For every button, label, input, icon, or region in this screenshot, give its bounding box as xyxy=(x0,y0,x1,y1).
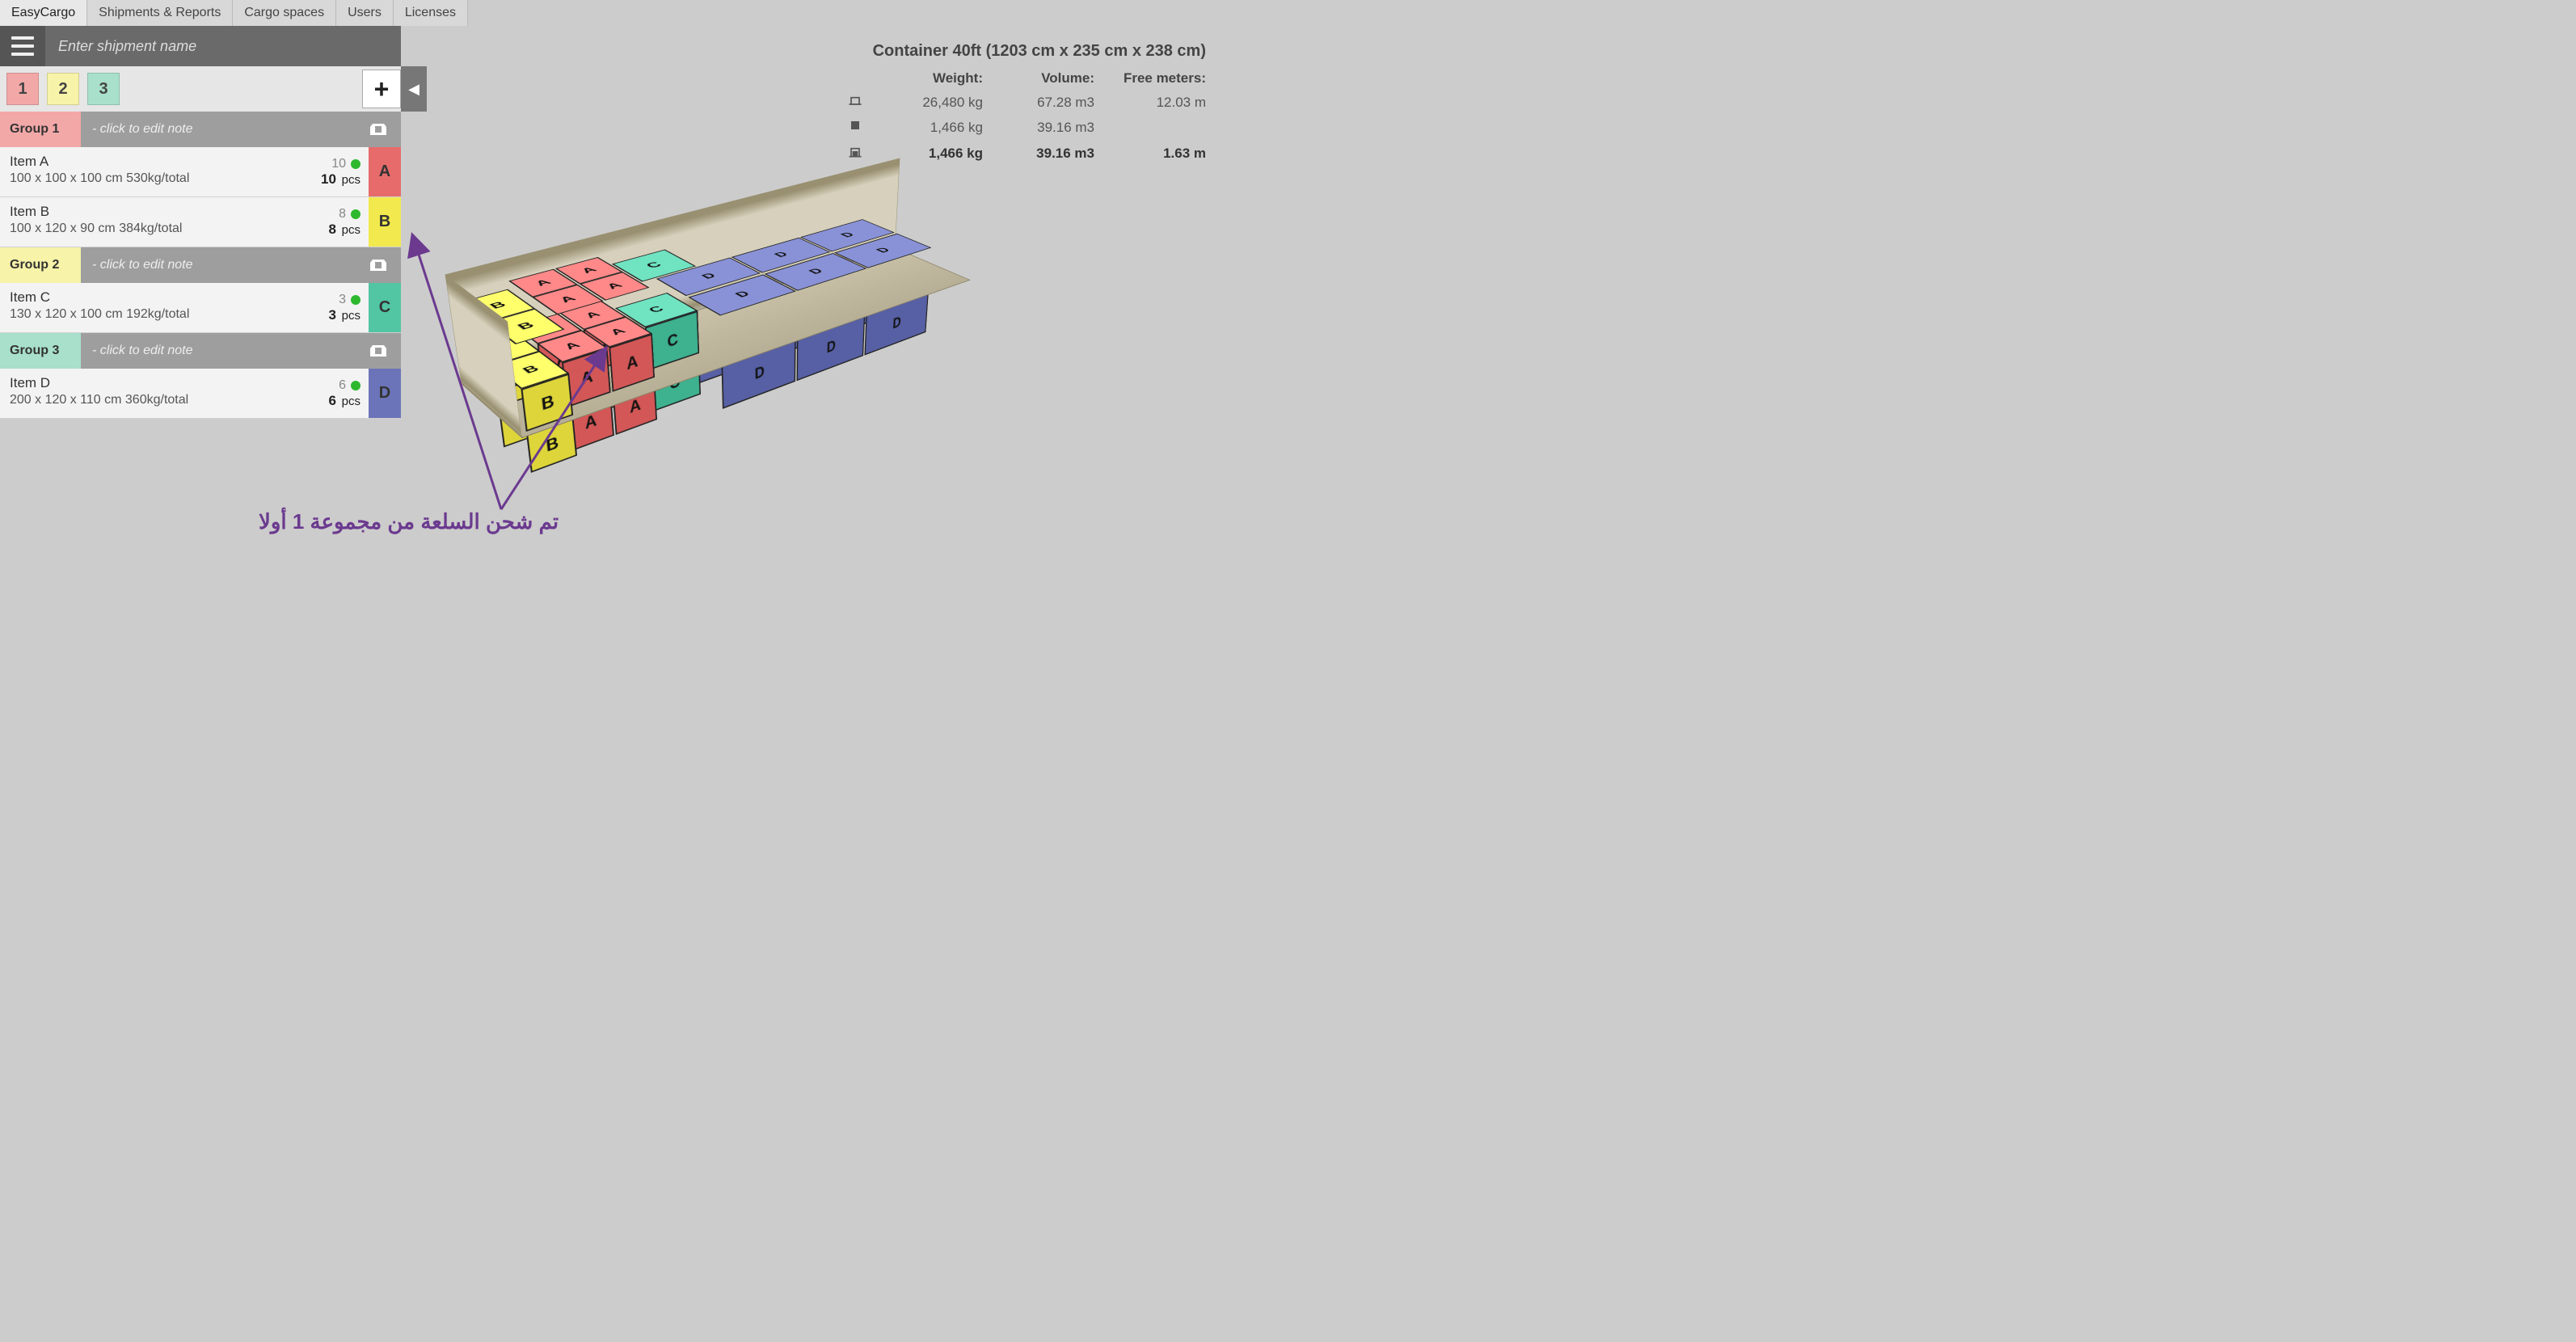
group-chip-1[interactable]: 1 xyxy=(6,73,39,105)
container-title: Container 40ft (1203 cm x 235 cm x 238 c… xyxy=(831,39,1206,63)
left-panel: 1 2 3 + ◀ Group 1- click to edit note+It… xyxy=(0,26,401,419)
pcs-label: pcs xyxy=(342,395,360,408)
utilized-volume: 39.16 m3 xyxy=(989,143,1094,166)
capacity-volume: 67.28 m3 xyxy=(989,92,1094,115)
status-dot-icon xyxy=(351,209,360,219)
tab-cargo-spaces[interactable]: Cargo spaces xyxy=(233,0,336,26)
qty-loaded: 8 xyxy=(328,222,335,237)
item-row[interactable]: Item B 100 x 120 x 90 cm 384kg/total 88 pc… xyxy=(0,197,401,247)
add-group-button[interactable]: + xyxy=(362,70,401,108)
item-qty: 1010 pcs xyxy=(301,147,369,196)
capacity-weight: 26,480 kg xyxy=(870,92,983,115)
capacity-icon xyxy=(831,92,863,115)
svg-text:+: + xyxy=(370,344,376,356)
item-main: Item D 200 x 120 x 110 cm 360kg/total xyxy=(0,369,301,418)
item-qty: 33 pcs xyxy=(301,283,369,332)
group-note[interactable]: - click to edit note xyxy=(81,258,356,272)
item-name: Item A xyxy=(10,154,291,170)
tab-easycargo[interactable]: EasyCargo xyxy=(0,0,87,26)
header-volume: Volume: xyxy=(989,68,1094,89)
qty-loaded: 10 xyxy=(321,171,336,187)
item-letter-badge: B xyxy=(369,197,401,247)
status-dot-icon xyxy=(351,381,360,390)
utilized-icon xyxy=(831,143,863,166)
annotation-text: تم شحن السلعة من مجموعة 1 أولا xyxy=(259,509,559,534)
qty-requested: 3 xyxy=(339,293,346,307)
svg-text:+: + xyxy=(370,123,376,134)
group-chips-row: 1 2 3 + ◀ xyxy=(0,66,401,112)
group-label: Group 1 xyxy=(0,112,81,147)
item-dims: 200 x 120 x 110 cm 360kg/total xyxy=(10,393,291,407)
group-note[interactable]: - click to edit note xyxy=(81,344,356,358)
item-name: Item B xyxy=(10,204,291,220)
group-label: Group 2 xyxy=(0,247,81,283)
status-dot-icon xyxy=(351,295,360,305)
group-label: Group 3 xyxy=(0,333,81,369)
shipment-bar xyxy=(0,26,401,66)
tab-licenses[interactable]: Licenses xyxy=(394,0,468,26)
item-name: Item D xyxy=(10,375,291,391)
pcs-label: pcs xyxy=(342,309,360,323)
item-letter-badge: D xyxy=(369,369,401,418)
item-row[interactable]: Item D 200 x 120 x 110 cm 360kg/total 66 p… xyxy=(0,369,401,419)
item-dims: 100 x 100 x 100 cm 530kg/total xyxy=(10,171,291,186)
tab-shipments-reports[interactable]: Shipments & Reports xyxy=(87,0,233,26)
item-main: Item A100 x 100 x 100 cm 530kg/total xyxy=(0,147,301,196)
item-qty: 66 pcs xyxy=(301,369,369,418)
add-item-icon[interactable]: + xyxy=(356,120,401,138)
item-letter-badge: A xyxy=(369,147,401,196)
capacity-free: 12.03 m xyxy=(1101,92,1206,115)
qty-loaded: 3 xyxy=(328,307,335,323)
container-info-panel: Container 40ft (1203 cm x 235 cm x 238 c… xyxy=(831,39,1206,165)
group-header[interactable]: Group 3- click to edit note + xyxy=(0,333,401,369)
qty-loaded: 6 xyxy=(328,393,335,408)
group-chip-3[interactable]: 3 xyxy=(87,73,120,105)
item-dims: 100 x 120 x 90 cm 384kg/total xyxy=(10,222,291,236)
header-free: Free meters: xyxy=(1101,68,1206,89)
shipment-name-input[interactable] xyxy=(45,38,401,55)
add-item-icon[interactable]: + xyxy=(356,256,401,274)
pcs-label: pcs xyxy=(342,223,360,237)
container-3d-view[interactable]: BBBBBBBBBBBBAAAAAAAAAAAAAAAAAAAAAAAACCCC… xyxy=(517,202,1035,542)
collapse-panel-button[interactable]: ◀ xyxy=(401,66,427,112)
loaded-free xyxy=(1101,117,1206,140)
group-header[interactable]: Group 1- click to edit note + xyxy=(0,112,401,147)
top-tabs: EasyCargo Shipments & Reports Cargo spac… xyxy=(0,0,1222,26)
svg-text:+: + xyxy=(370,259,376,270)
loaded-weight: 1,466 kg xyxy=(870,117,983,140)
item-row[interactable]: Item A100 x 100 x 100 cm 530kg/total1010… xyxy=(0,147,401,197)
group-header[interactable]: Group 2- click to edit note + xyxy=(0,247,401,283)
pcs-label: pcs xyxy=(342,173,360,187)
qty-requested: 10 xyxy=(331,157,346,171)
status-dot-icon xyxy=(351,159,360,169)
item-main: Item C130 x 120 x 100 cm 192kg/total xyxy=(0,283,301,332)
item-row[interactable]: Item C130 x 120 x 100 cm 192kg/total33 p… xyxy=(0,283,401,333)
group-note[interactable]: - click to edit note xyxy=(81,122,356,137)
item-dims: 130 x 120 x 100 cm 192kg/total xyxy=(10,307,291,322)
item-name: Item C xyxy=(10,289,291,306)
add-item-icon[interactable]: + xyxy=(356,342,401,360)
qty-requested: 8 xyxy=(339,207,346,222)
item-letter-badge: C xyxy=(369,283,401,332)
loaded-icon xyxy=(831,117,863,140)
utilized-free: 1.63 m xyxy=(1101,143,1206,166)
item-main: Item B 100 x 120 x 90 cm 384kg/total xyxy=(0,197,301,247)
tab-users[interactable]: Users xyxy=(336,0,394,26)
qty-requested: 6 xyxy=(339,378,346,393)
item-qty: 88 pcs xyxy=(301,197,369,247)
menu-icon[interactable] xyxy=(0,26,45,66)
header-weight: Weight: xyxy=(870,68,983,89)
group-chip-2[interactable]: 2 xyxy=(47,73,79,105)
loaded-volume: 39.16 m3 xyxy=(989,117,1094,140)
